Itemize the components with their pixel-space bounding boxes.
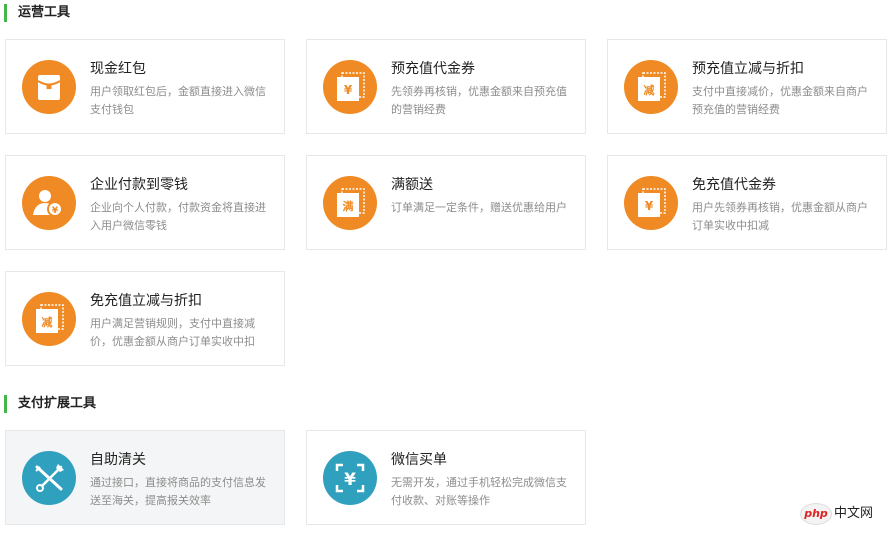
card-title: 免充值代金券: [692, 177, 776, 193]
icon-glyph: 减: [644, 83, 655, 97]
card-title: 免充值立减与折扣: [90, 293, 202, 309]
card-customs-clearance[interactable]: 自助清关 通过接口，直接将商品的支付信息发送至海关，提高报关效率: [5, 430, 285, 525]
card-free-discount[interactable]: 减 免充值立减与折扣 用户满足营销规则，支付中直接减价，优惠金额从商户订单实收中…: [5, 271, 285, 366]
card-description: 企业向个人付款，付款资金将直接进入用户微信零钱: [90, 201, 266, 232]
card-title: 预充值代金券: [391, 61, 475, 77]
site-watermark: php 中文网: [800, 500, 873, 528]
full-amount-gift-icon: 满: [323, 176, 377, 230]
scan-yen-icon: ¥: [323, 451, 377, 505]
card-description: 先领券再核销，优惠金额来自预充值的营销经费: [391, 85, 567, 116]
yen-voucher-icon: ¥: [624, 176, 678, 230]
card-title: 自助清关: [90, 452, 146, 468]
icon-glyph: 减: [42, 315, 53, 329]
card-free-voucher[interactable]: ¥ 免充值代金券 用户先领券再核销，优惠金额从商户订单实收中扣减: [607, 155, 887, 250]
icon-glyph: 满: [343, 199, 354, 213]
card-title: 预充值立减与折扣: [692, 61, 804, 77]
card-title: 微信买单: [391, 452, 447, 468]
icon-glyph: ¥: [645, 199, 654, 213]
enterprise-payment-icon: ¥: [22, 176, 76, 230]
card-description: 用户满足营销规则，支付中直接减价，优惠金额从商户订单实收中扣: [90, 317, 255, 348]
svg-text:¥: ¥: [52, 206, 59, 216]
card-description: 订单满足一定条件，赠送优惠给用户: [391, 201, 567, 214]
watermark-text: 中文网: [834, 506, 874, 521]
card-description: 通过接口，直接将商品的支付信息发送至海关，提高报关效率: [90, 476, 266, 507]
card-cash-red-packet[interactable]: 现金红包 用户领取红包后，金额直接进入微信支付钱包: [5, 39, 285, 134]
section-title-operations: 运营工具: [4, 4, 70, 22]
discount-voucher-icon: 减: [22, 292, 76, 346]
section-title-payment-extensions: 支付扩展工具: [4, 395, 96, 413]
icon-glyph: ¥: [344, 470, 356, 490]
discount-voucher-icon: 减: [624, 60, 678, 114]
card-enterprise-payment[interactable]: ¥ 企业付款到零钱 企业向个人付款，付款资金将直接进入用户微信零钱: [5, 155, 285, 250]
yen-voucher-icon: ¥: [323, 60, 377, 114]
icon-glyph: ¥: [344, 83, 353, 97]
card-title: 满额送: [391, 177, 433, 193]
card-prepaid-discount[interactable]: 减 预充值立减与折扣 支付中直接减价，优惠金额来自商户预充值的营销经费: [607, 39, 887, 134]
customs-clearance-icon: [22, 451, 76, 505]
red-envelope-icon: [22, 60, 76, 114]
php-logo: php: [800, 503, 832, 525]
card-title: 企业付款到零钱: [90, 177, 188, 193]
card-description: 用户先领券再核销，优惠金额从商户订单实收中扣减: [692, 201, 868, 232]
card-description: 无需开发，通过手机轻松完成微信支付收款、对账等操作: [391, 476, 567, 507]
card-full-amount-gift[interactable]: 满 满额送 订单满足一定条件，赠送优惠给用户: [306, 155, 586, 250]
card-prepaid-voucher[interactable]: ¥ 预充值代金券 先领券再核销，优惠金额来自预充值的营销经费: [306, 39, 586, 134]
card-description: 用户领取红包后，金额直接进入微信支付钱包: [90, 85, 266, 116]
card-description: 支付中直接减价，优惠金额来自商户预充值的营销经费: [692, 85, 868, 116]
card-wechat-pay-bill[interactable]: ¥ 微信买单 无需开发，通过手机轻松完成微信支付收款、对账等操作: [306, 430, 586, 525]
card-title: 现金红包: [90, 61, 146, 77]
